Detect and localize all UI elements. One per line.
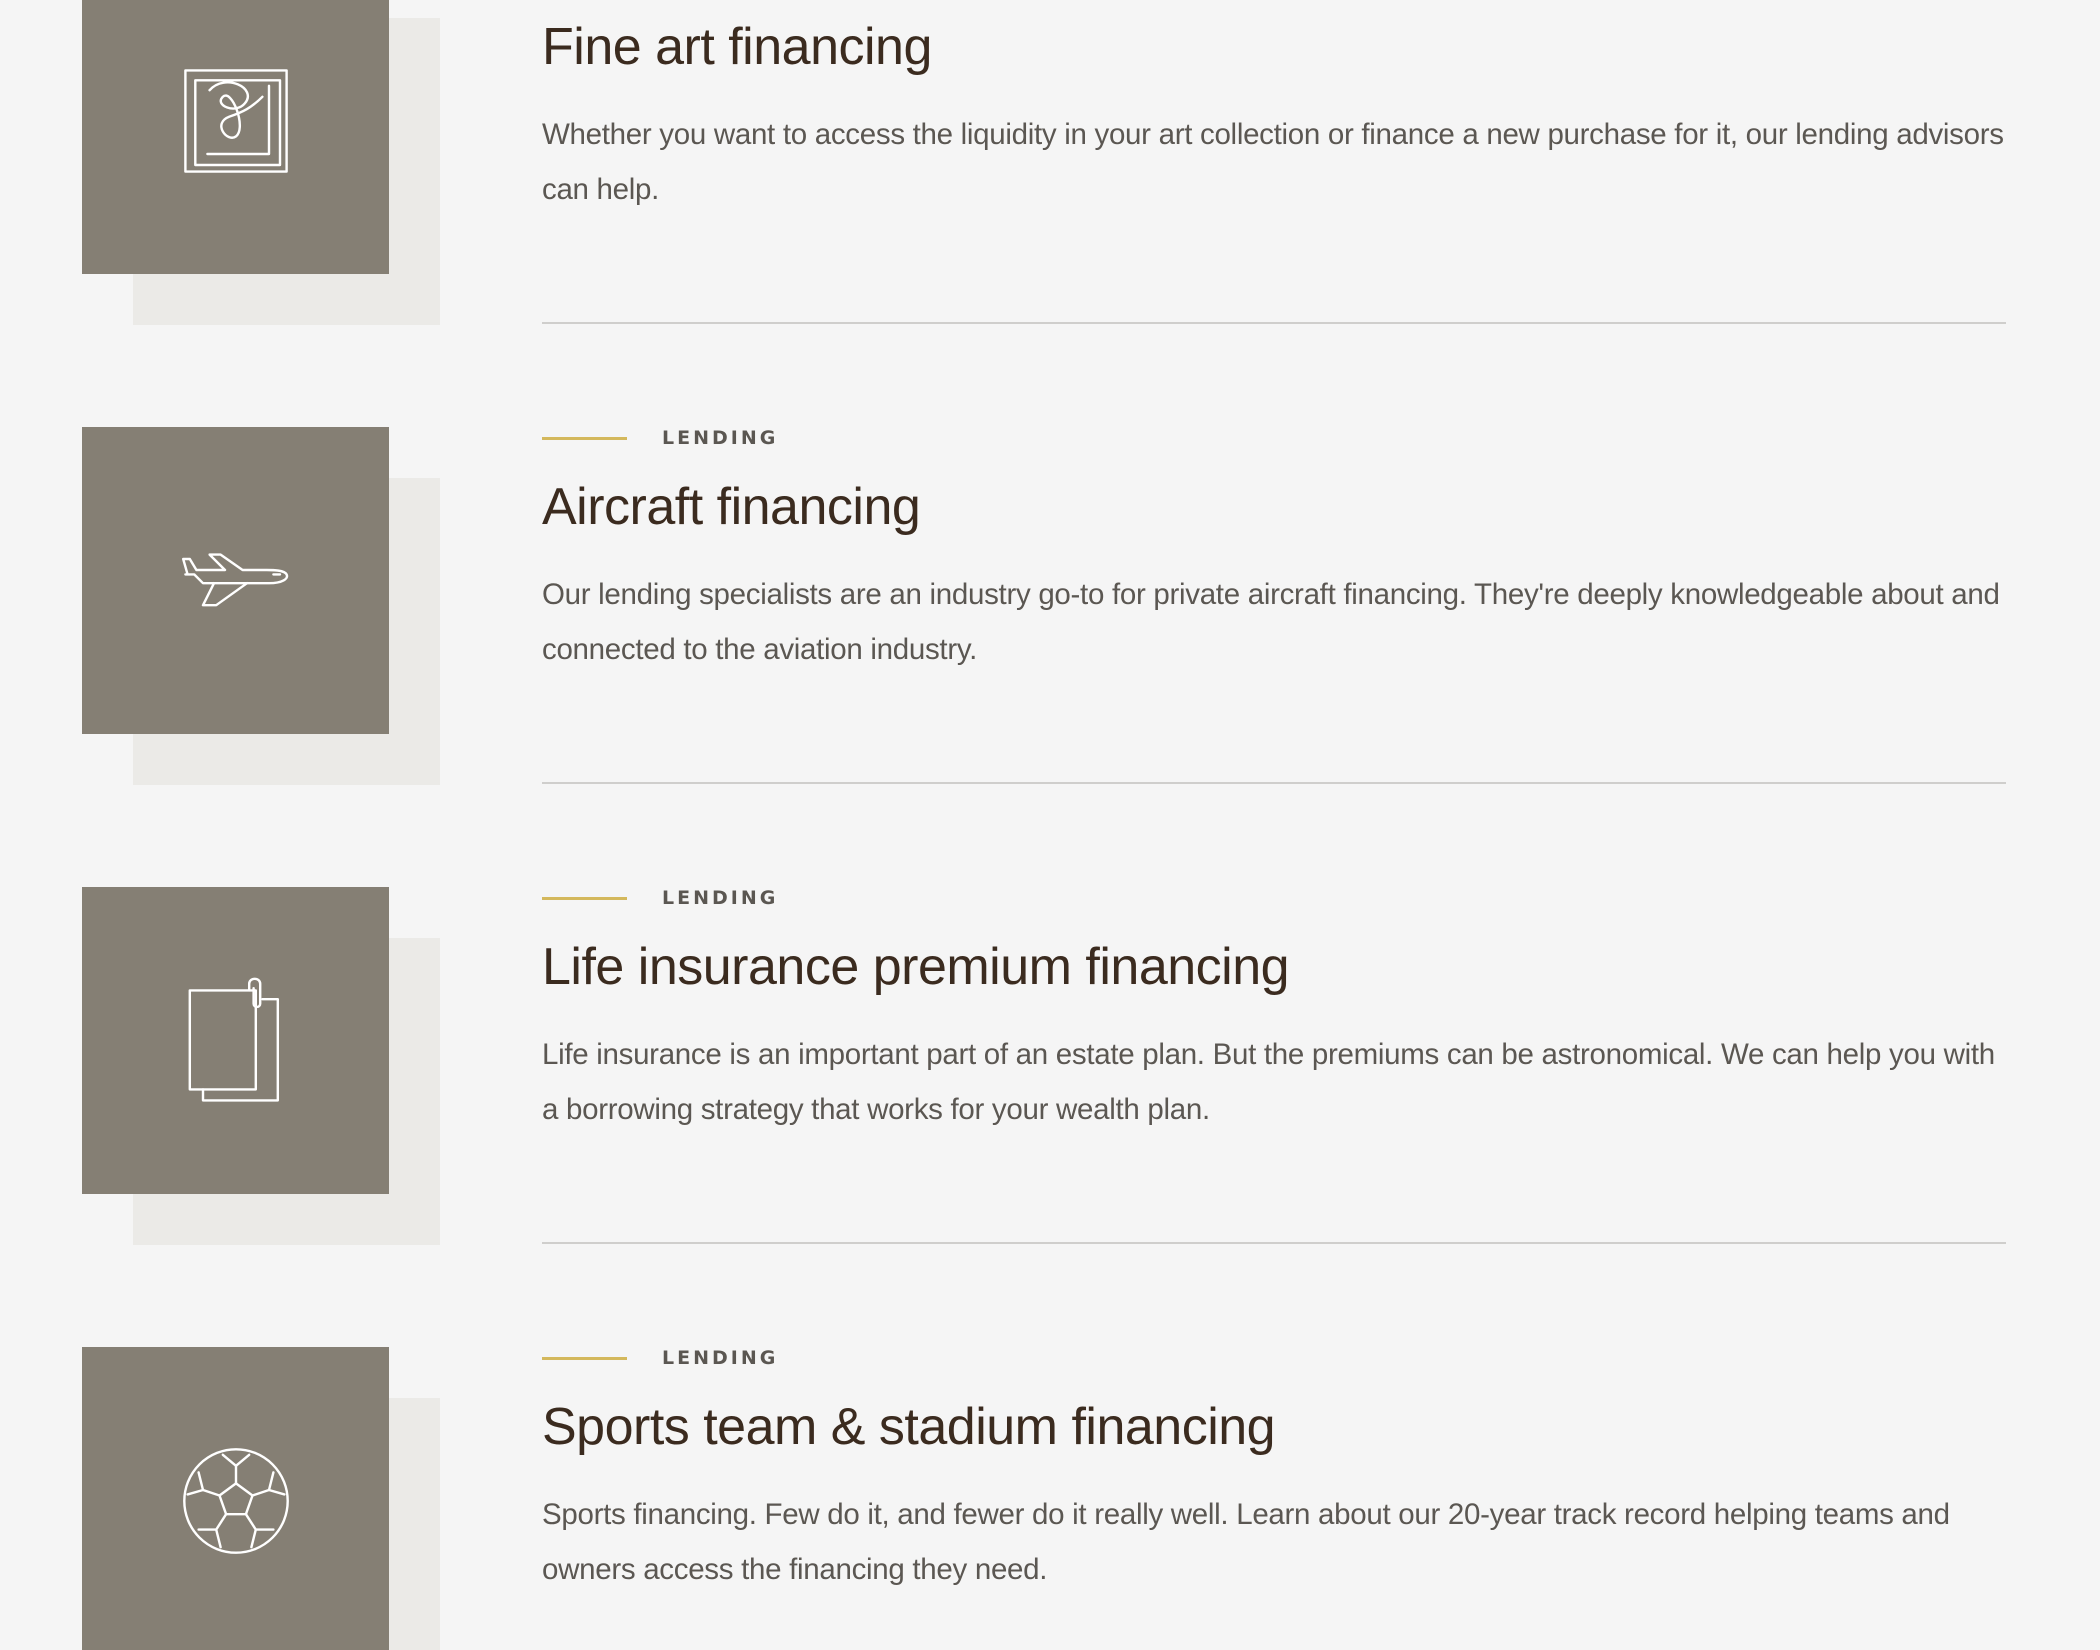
card-description: Life insurance is an important part of a… bbox=[542, 1038, 1995, 1126]
card-title[interactable]: Sports team & stadium financing bbox=[542, 1397, 1276, 1457]
framed-art-icon bbox=[183, 68, 288, 173]
soccer-ball-icon bbox=[182, 1447, 289, 1554]
card-description: Sports financing. Few do it, and fewer d… bbox=[542, 1498, 1950, 1586]
card-title[interactable]: Life insurance premium financing bbox=[542, 937, 1290, 997]
lending-services-page: Fine art financing Whether you want to a… bbox=[0, 0, 2100, 1650]
eyebrow-label: LENDING bbox=[662, 887, 779, 909]
eyebrow-accent-line bbox=[542, 1356, 627, 1360]
eyebrow-accent-line bbox=[542, 896, 627, 900]
eyebrow: LENDING bbox=[542, 426, 778, 450]
airplane-icon bbox=[181, 552, 288, 606]
eyebrow-label: LENDING bbox=[662, 1347, 779, 1369]
eyebrow-accent-line bbox=[542, 436, 627, 440]
icon-tile bbox=[82, 887, 389, 1194]
card-description: Our lending specialists are an industry … bbox=[542, 578, 2000, 666]
documents-icon bbox=[188, 977, 279, 1102]
eyebrow-label: LENDING bbox=[662, 427, 779, 449]
card-title[interactable]: Aircraft financing bbox=[542, 477, 921, 537]
divider bbox=[542, 322, 2006, 324]
card-title[interactable]: Fine art financing bbox=[542, 17, 932, 77]
eyebrow: LENDING bbox=[542, 1346, 778, 1370]
eyebrow: LENDING bbox=[542, 886, 778, 910]
card-description: Whether you want to access the liquidity… bbox=[542, 118, 2004, 206]
icon-tile bbox=[82, 427, 389, 734]
icon-tile bbox=[82, 0, 389, 274]
divider bbox=[542, 1242, 2006, 1244]
divider bbox=[542, 782, 2006, 784]
icon-tile bbox=[82, 1347, 389, 1650]
